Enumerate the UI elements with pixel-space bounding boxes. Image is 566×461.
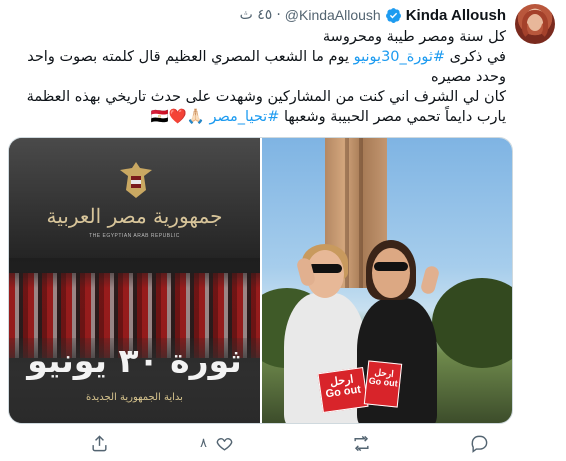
reply-icon (471, 435, 488, 453)
eagle-emblem-icon (120, 162, 152, 198)
tweet-header: ٤٥ ث · @KindaAlloush Kinda Alloush (240, 4, 506, 26)
poster-image[interactable]: جمهورية مصر العربية THE EGYPTIAN ARAB RE… (9, 138, 260, 423)
tweet-actions: ٨ (0, 430, 566, 456)
tweet-line: كل سنة ومصر طيبة ومحروسة (322, 29, 506, 45)
hashtag-link[interactable]: #ثورة_30يونيو (354, 49, 445, 65)
tweet-text-segment: في ذكرى (445, 49, 506, 65)
tweet-time[interactable]: ٤٥ ث (240, 7, 273, 23)
retweet-button[interactable] (352, 430, 379, 456)
retweet-icon (354, 435, 369, 451)
tweet-text: كل سنة ومصر طيبة ومحروسة في ذكرى #ثورة_3… (8, 27, 506, 127)
poster-tagline: بداية الجمهورية الجديدة (86, 392, 183, 403)
tweet-text-segment: يارب دايماً تحمي مصر الحبيبة وشعبها (279, 109, 506, 125)
photo-image[interactable]: ارحل Go out ارحل Go out (262, 138, 512, 423)
like-button[interactable]: ٨ (200, 430, 234, 456)
tweet-line: يارب دايماً تحمي مصر الحبيبة وشعبها #تحي… (8, 107, 506, 127)
tweet-line: في ذكرى #ثورة_30يونيو يوم ما الشعب المصر… (8, 47, 506, 67)
protest-sign: ارحل Go out (363, 360, 403, 408)
tweet-text-segment: يوم ما الشعب المصري العظيم قال كلمته بصو… (27, 49, 354, 65)
sign-text: ارحل Go out (368, 367, 399, 389)
author-handle[interactable]: @KindaAlloush (285, 7, 381, 23)
like-count: ٨ (200, 435, 207, 451)
reply-button[interactable] (470, 430, 497, 456)
heart-icon (216, 437, 233, 451)
poster-emblem-subtitle: THE EGYPTIAN ARAB REPUBLIC (89, 233, 180, 239)
share-icon (92, 434, 107, 451)
tweet-emoji: 🙏🏻❤️🇪🇬 (150, 109, 210, 125)
verified-badge-icon (385, 7, 401, 23)
tweet-media[interactable]: جمهورية مصر العربية THE EGYPTIAN ARAB RE… (8, 137, 513, 424)
poster-headline: ثورة ٣٠ يونيو (27, 341, 242, 380)
sign-text: ارحل Go out (324, 373, 362, 401)
poster-emblem-title: جمهورية مصر العربية (46, 204, 223, 228)
avatar[interactable] (515, 4, 555, 44)
hashtag-link[interactable]: #تحيا_مصر (209, 109, 279, 125)
protest-sign: ارحل Go out (317, 366, 369, 414)
tweet-line: كان لي الشرف اني كنت من المشاركين وشهدت … (26, 89, 506, 105)
tweet[interactable]: ٤٥ ث · @KindaAlloush Kinda Alloush كل سن… (0, 0, 566, 461)
author-name[interactable]: Kinda Alloush (406, 7, 506, 24)
separator-dot: · (276, 7, 281, 23)
tweet-line: وحدد مصيره (431, 69, 506, 85)
share-button[interactable] (90, 430, 117, 456)
